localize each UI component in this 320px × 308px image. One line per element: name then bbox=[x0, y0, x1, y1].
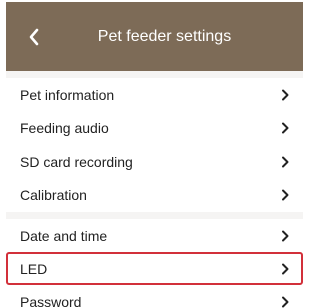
settings-item-pet-information[interactable]: Pet information bbox=[6, 78, 303, 112]
chevron-right-icon bbox=[279, 188, 291, 202]
chevron-right-icon bbox=[279, 229, 291, 243]
chevron-left-icon bbox=[29, 28, 39, 46]
app-header: Pet feeder settings bbox=[6, 2, 303, 71]
settings-section-1: Pet information Feeding audio SD card re… bbox=[6, 78, 303, 212]
settings-item-label: Calibration bbox=[20, 187, 87, 204]
settings-item-label: LED bbox=[20, 260, 48, 277]
settings-item-label: SD card recording bbox=[20, 153, 133, 170]
chevron-right-icon bbox=[279, 295, 291, 308]
settings-item-password[interactable]: Password bbox=[6, 285, 303, 308]
settings-item-label: Pet information bbox=[20, 86, 115, 103]
back-button[interactable] bbox=[22, 24, 46, 50]
settings-item-label: Date and time bbox=[20, 227, 108, 244]
settings-item-date-and-time[interactable]: Date and time bbox=[6, 219, 303, 252]
settings-item-feeding-audio[interactable]: Feeding audio bbox=[6, 111, 303, 145]
settings-item-label: Password bbox=[20, 293, 82, 308]
settings-section-2: Date and time LED Password bbox=[6, 219, 303, 308]
section-divider bbox=[6, 71, 303, 78]
chevron-right-icon bbox=[279, 121, 291, 135]
settings-item-sd-card-recording[interactable]: SD card recording bbox=[6, 145, 303, 179]
chevron-right-icon bbox=[279, 88, 291, 102]
page-title: Pet feeder settings bbox=[97, 27, 232, 45]
chevron-right-icon bbox=[279, 262, 291, 276]
chevron-right-icon bbox=[279, 155, 291, 169]
section-divider bbox=[6, 212, 303, 219]
settings-item-label: Feeding audio bbox=[20, 120, 109, 137]
settings-item-led[interactable]: LED bbox=[6, 252, 303, 285]
settings-item-calibration[interactable]: Calibration bbox=[6, 178, 303, 212]
